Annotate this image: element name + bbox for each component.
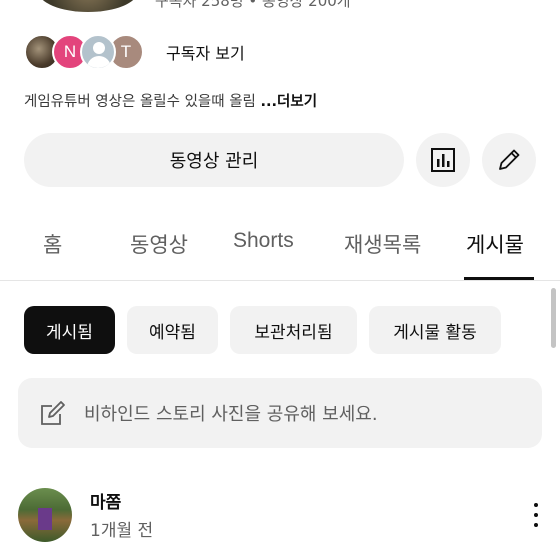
tab-home[interactable]: 홈: [43, 229, 62, 259]
tab-shorts[interactable]: Shorts: [233, 229, 294, 253]
chip-archived[interactable]: 보관처리됨: [230, 306, 357, 354]
tab-videos[interactable]: 동영상: [130, 229, 188, 259]
post-timestamp: 1개월 전: [90, 521, 154, 541]
chip-post-activity[interactable]: 게시물 활동: [369, 306, 501, 354]
channel-stats: 구독자 258명 • 동영상 200개: [155, 0, 351, 10]
post-author-name[interactable]: 마쫌: [90, 488, 121, 513]
post-author-avatar[interactable]: [18, 488, 72, 542]
post-composer[interactable]: 비하인드 스토리 사진을 공유해 보세요.: [18, 378, 542, 448]
edit-channel-button[interactable]: [482, 133, 536, 187]
channel-tabs: 홈 동영상 Shorts 재생목록 게시물: [0, 215, 560, 281]
composer-placeholder: 비하인드 스토리 사진을 공유해 보세요.: [84, 404, 378, 425]
active-tab-indicator: [464, 277, 534, 280]
pencil-icon: [499, 149, 520, 170]
analytics-icon: [431, 148, 455, 172]
description-text: 게임유튜버 영상은 올릴수 있을때 올림: [24, 94, 256, 110]
manage-videos-button[interactable]: 동영상 관리: [24, 133, 404, 187]
tab-posts[interactable]: 게시물: [466, 229, 524, 259]
more-link[interactable]: ...더보기: [260, 94, 317, 110]
compose-icon: [41, 401, 65, 425]
subscribers-row[interactable]: N T 구독자 보기: [24, 34, 245, 70]
subscriber-avatar: [80, 34, 116, 70]
more-options-icon[interactable]: [524, 500, 548, 530]
channel-description: 게임유튜버 영상은 올릴수 있을때 올림 ...더보기: [24, 90, 317, 111]
view-subscribers-link[interactable]: 구독자 보기: [166, 40, 245, 64]
person-icon: [93, 42, 105, 54]
chip-published[interactable]: 게시됨: [24, 306, 115, 354]
tab-playlists[interactable]: 재생목록: [344, 229, 421, 259]
channel-avatar: [38, 0, 138, 12]
chip-scheduled[interactable]: 예약됨: [127, 306, 218, 354]
analytics-button[interactable]: [416, 133, 470, 187]
scrollbar[interactable]: [551, 288, 556, 348]
